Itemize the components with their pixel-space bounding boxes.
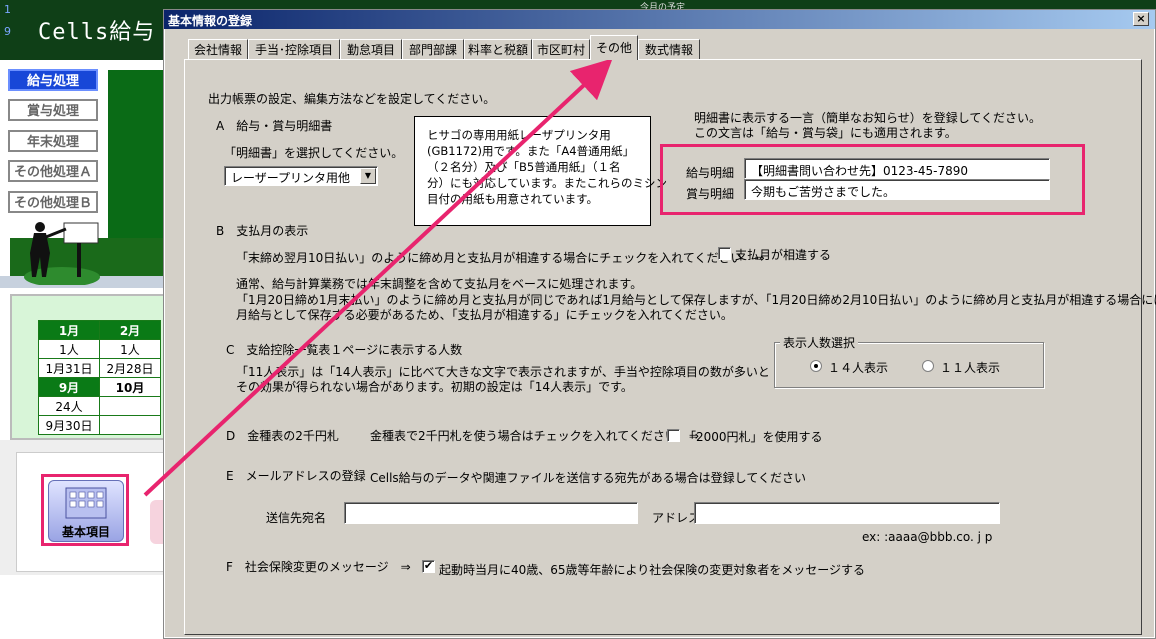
side-button-salary[interactable]: 給与処理 [8, 69, 98, 91]
calendar-cell: 1人 [38, 339, 100, 359]
calendar-row: 9月 10月 [38, 377, 161, 397]
background-green-panel [108, 70, 168, 240]
tab-rates-tax[interactable]: 料率と税額 [464, 39, 532, 59]
use-2000-yen-checkbox[interactable] [667, 429, 680, 442]
section-a-heading: A 給与・賞与明細書 [216, 119, 333, 133]
section-b-para-1: 通常、給与計算業務では年末調整を含めて支払月をベースに処理されます。 [236, 277, 643, 291]
calendar-row: 9月30日 [38, 415, 161, 435]
calendar-cell: 10月 [99, 377, 161, 397]
calendar-row: 24人 [38, 396, 161, 416]
social-insurance-message-checkbox[interactable]: ✔ [422, 560, 435, 573]
section-a-prompt: 「明細書」を選択してください。 [224, 146, 404, 160]
side-button-other-b[interactable]: その他処理Ｂ [8, 191, 98, 213]
tab-departments[interactable]: 部門部課 [402, 39, 464, 59]
calendar-cell [99, 415, 161, 435]
section-d-instruction: 金種表で2千円札を使う場合はチェックを入れてください ⇒ [370, 429, 699, 443]
recipient-name-input[interactable] [344, 502, 638, 524]
partial-button[interactable] [150, 500, 164, 544]
side-button-other-a[interactable]: その他処理Ａ [8, 160, 98, 182]
section-f-heading: F 社会保険変更のメッセージ ⇒ [226, 560, 411, 574]
schedule-calendar: 1月 2月 1人 1人 1月31日 2月28日 9月 10月 24人 9月30日 [38, 320, 161, 435]
display-count-group-title: 表示人数選択 [780, 334, 859, 351]
close-button[interactable]: × [1133, 12, 1149, 26]
row-number: 1 [4, 3, 11, 16]
message-desc-2: この文言は「給与・賞与袋」にも適用されます。 [694, 126, 957, 140]
radio-11-persons-label: １１人表示 [940, 361, 1001, 375]
message-highlight [660, 144, 1085, 215]
paper-note-text: ヒサゴの専用用紙レーザプリンタ用 (GB1172)用です。また「A4普通用紙」 … [427, 128, 668, 206]
use-2000-yen-label: 「2000円札」を使用する [684, 430, 823, 444]
calendar-cell: 1月31日 [38, 358, 100, 378]
section-c-heading: C 支給控除一覧表１ページに表示する人数 [226, 343, 463, 357]
calendar-row: 1月31日 2月28日 [38, 358, 161, 378]
dialog-titlebar[interactable]: 基本情報の登録 × [164, 10, 1155, 29]
radio-14-persons-label: １４人表示 [828, 361, 889, 375]
pay-month-differs-label: 支払月が相違する [735, 248, 832, 262]
section-d-heading: D 金種表の2千円札 [226, 429, 339, 443]
calendar-cell: 1月 [38, 320, 100, 340]
calendar-cell: 2月 [99, 320, 161, 340]
section-c-para-2: その効果が得られない場合があります。初期の設定は「14人表示」です。 [236, 380, 633, 394]
tab-municipality[interactable]: 市区町村 [532, 39, 590, 59]
side-button-year-end[interactable]: 年末処理 [8, 130, 98, 152]
intro-text: 出力帳票の設定、編集方法などを設定してください。 [208, 92, 496, 106]
tab-other[interactable]: その他 [590, 35, 638, 60]
row-number: 9 [4, 25, 11, 38]
radio-14-persons[interactable] [810, 360, 822, 372]
payslip-type-value: レーザープリンタ用他 [231, 171, 351, 185]
email-example: ex: :aaaa@bbb.co. j p [862, 530, 993, 544]
section-b-instruction: 「末締め翌月10日払い」のように締め月と支払月が相違する場合にチェックを入れてく… [236, 251, 765, 265]
app-title: Cells給与 [38, 20, 156, 45]
calendar-row: 1人 1人 [38, 339, 161, 359]
calendar-cell: 24人 [38, 396, 100, 416]
section-b-para-3: 月給与として保存する必要があるため、「支払月が相違する」にチェックを入れてくださ… [236, 308, 733, 322]
tab-attendance[interactable]: 勤怠項目 [340, 39, 402, 59]
basic-info-dialog: 基本情報の登録 × 会社情報 手当･控除項目 勤怠項目 部門部課 料率と税額 市… [163, 9, 1156, 639]
calendar-cell: 9月 [38, 377, 100, 397]
social-insurance-message-label: 起動時当月に40歳、65歳等年齢により社会保険の変更対象者をメッセージする [439, 563, 866, 577]
pay-month-differs-checkbox[interactable] [718, 247, 731, 260]
presenter-illustration-icon [24, 222, 100, 285]
address-label: アドレス [652, 511, 701, 525]
dialog-title: 基本情報の登録 [168, 14, 253, 28]
dropdown-arrow-icon[interactable]: ▼ [360, 168, 376, 184]
calendar-cell: 9月30日 [38, 415, 100, 435]
kihon-button-highlight [41, 474, 129, 546]
tab-company-info[interactable]: 会社情報 [188, 39, 248, 59]
side-button-bonus[interactable]: 賞与処理 [8, 99, 98, 121]
calendar-cell: 1人 [99, 339, 161, 359]
paper-note-box: ヒサゴの専用用紙レーザプリンタ用 (GB1172)用です。また「A4普通用紙」 … [414, 116, 667, 226]
payslip-type-select[interactable]: レーザープリンタ用他 ▼ [224, 166, 378, 186]
section-e-instruction: Cells給与のデータや関連ファイルを送信する宛先がある場合は登録してください [370, 471, 806, 485]
tab-formula-info[interactable]: 数式情報 [638, 39, 700, 59]
calendar-cell: 2月28日 [99, 358, 161, 378]
tab-allowance-deduction[interactable]: 手当･控除項目 [248, 39, 340, 59]
section-e-heading: E メールアドレスの登録 [226, 469, 366, 483]
recipient-name-label: 送信先宛名 [266, 511, 327, 525]
calendar-cell [99, 396, 161, 416]
radio-11-persons[interactable] [922, 360, 934, 372]
email-address-input[interactable] [694, 502, 1000, 524]
calendar-row: 1月 2月 [38, 320, 161, 340]
section-b-heading: B 支払月の表示 [216, 224, 309, 238]
